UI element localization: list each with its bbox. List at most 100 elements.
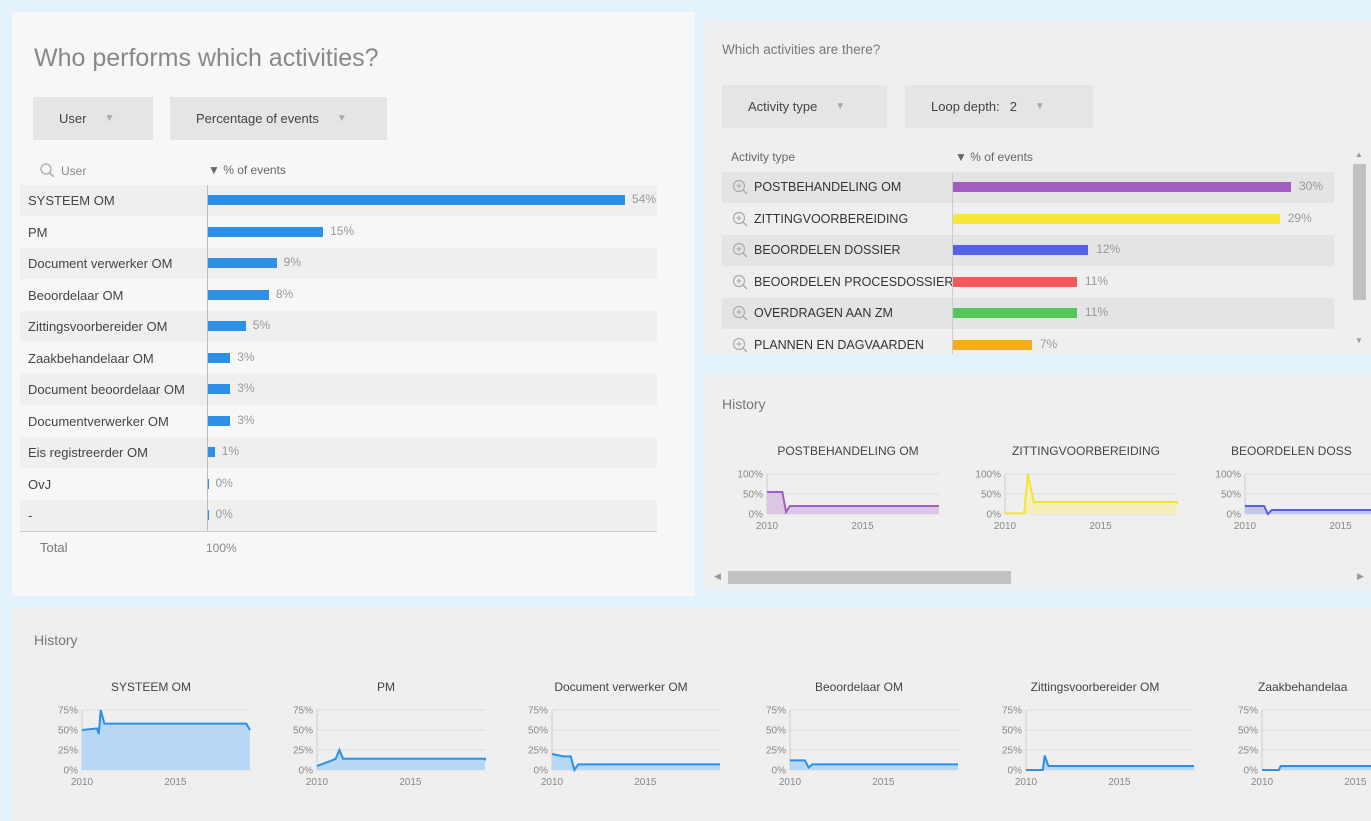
activity-type-value: Activity type (748, 99, 818, 114)
zoom-in-icon[interactable] (732, 337, 748, 353)
zoom-in-icon[interactable] (732, 242, 748, 258)
table-row[interactable]: Document beoordelaar OM 3% (20, 374, 657, 405)
user-column-header[interactable]: User (40, 163, 86, 178)
zoom-in-icon[interactable] (732, 211, 748, 227)
mini-chart-plot: 75% 50% 25% 0%2010 2015 (58, 706, 251, 788)
scroll-left-icon[interactable]: ◀ (714, 571, 721, 582)
y-tick-label: 25% (1238, 746, 1258, 757)
measure-value: Percentage of events (196, 111, 319, 126)
mini-chart-title: Zaakbehandelaa (1258, 680, 1348, 694)
mini-chart-title: Beoordelaar OM (814, 680, 904, 694)
zoom-in-icon[interactable] (732, 179, 748, 195)
mini-chart-title: Zittingsvoorbereider OM (1030, 680, 1160, 694)
table-row[interactable]: OVERDRAGEN AAN ZM 11% (722, 298, 1334, 329)
row-value: 54% (632, 192, 657, 206)
row-value: 3% (237, 412, 255, 427)
x-tick-label: 2015 (872, 777, 895, 788)
activity-scrollbar[interactable]: ▲ ▼ (1352, 146, 1371, 354)
row-label: Zittingsvoorbereider OM (28, 319, 168, 334)
table-row[interactable]: OvJ 0% (20, 469, 657, 500)
activity-column-header[interactable]: Activity type (731, 150, 795, 164)
x-tick-label: 2015 (851, 521, 874, 532)
table-row[interactable]: Eis registreerder OM 1% (20, 437, 657, 468)
table-row[interactable]: - 0% (20, 500, 657, 531)
table-row[interactable]: PLANNEN EN DAGVAARDEN 7% (722, 330, 1334, 356)
loop-depth-dropdown[interactable]: Loop depth: 2 ▼ (905, 85, 1093, 128)
row-value: 12% (1096, 242, 1121, 256)
y-tick-label: 25% (58, 746, 78, 757)
mini-chart-title: BEOORDELEN DOSS (1231, 444, 1352, 458)
mini-chart-title: ZITTINGVOORBEREIDING (1011, 444, 1160, 458)
mini-chart-plot: 75% 50% 25% 0%2010 2015 (1238, 706, 1371, 788)
x-tick-label: 2010 (71, 777, 94, 788)
mini-chart-plot: 100% 50% 0%2010 2015 (975, 470, 1178, 532)
percent-column-header[interactable]: ▼ % of events (208, 163, 286, 177)
chevron-down-icon: ▼ (104, 113, 115, 124)
y-tick-label: 50% (293, 726, 313, 737)
history-scrollbar[interactable]: ◀ ▶ (705, 568, 1371, 588)
y-tick-label: 75% (766, 706, 786, 717)
table-row[interactable]: Document verwerker OM 9% (20, 248, 657, 279)
user-history-title: History (34, 632, 78, 648)
y-tick-label: 25% (293, 746, 313, 757)
table-row[interactable]: Beoordelaar OM 8% (20, 280, 657, 311)
row-label: PM (28, 224, 48, 240)
table-row[interactable]: PM 15% (20, 217, 657, 248)
mini-chart-title: SYSTEEM OM (110, 680, 191, 694)
row-value: 8% (275, 286, 294, 301)
bar (207, 447, 215, 457)
row-value: 0% (215, 507, 233, 521)
table-row[interactable]: SYSTEEM OM 54% (20, 185, 657, 216)
y-tick-label: 75% (528, 706, 548, 717)
table-row[interactable]: BEOORDELEN DOSSIER 12% (722, 235, 1334, 266)
group-by-dropdown[interactable]: User ▼ (33, 97, 153, 140)
row-label: OVERDRAGEN AAN ZM (754, 306, 893, 320)
y-tick-label: 100% (1215, 470, 1241, 481)
scroll-up-icon[interactable]: ▲ (1355, 150, 1363, 159)
y-tick-label: 50% (1221, 490, 1241, 501)
x-tick-label: 2010 (994, 521, 1017, 532)
scroll-right-icon[interactable]: ▶ (1357, 571, 1364, 582)
table-row[interactable]: BEOORDELEN PROCESDOSSIER 11% (722, 267, 1334, 298)
bar (953, 308, 1077, 318)
x-tick-label: 2010 (756, 521, 779, 532)
search-icon (40, 163, 55, 178)
group-by-value: User (59, 111, 87, 126)
mini-chart-title: POSTBEHANDELING OM (777, 444, 919, 458)
table-row[interactable]: ZITTINGVOORBEREIDING 29% (722, 204, 1334, 235)
row-value: 0% (215, 475, 233, 490)
table-row[interactable]: Zaakbehandelaar OM 3% (20, 343, 657, 374)
series-area (317, 750, 485, 770)
bar (953, 339, 1032, 350)
zoom-in-icon[interactable] (732, 305, 748, 321)
row-label: SYSTEEM OM (28, 193, 115, 208)
scroll-down-icon[interactable]: ▼ (1355, 336, 1363, 345)
mini-chart-plot: 75% 50% 25% 0%2010 2015 (293, 706, 486, 788)
table-row[interactable]: Documentverwerker OM 3% (20, 406, 657, 437)
row-label: ZITTINGVOORBEREIDING (754, 211, 909, 226)
chevron-down-icon: ▼ (835, 101, 846, 112)
row-value: 11% (1084, 273, 1109, 288)
activity-type-dropdown[interactable]: Activity type ▼ (722, 85, 887, 128)
measure-dropdown[interactable]: Percentage of events ▼ (170, 97, 387, 140)
activity-percent-column-header[interactable]: ▼ % of events (955, 150, 1033, 164)
row-label: POSTBEHANDELING OM (754, 180, 902, 194)
row-label: Zaakbehandelaar OM (28, 350, 154, 366)
bar (953, 182, 1291, 192)
total-value: 100% (206, 541, 237, 555)
y-tick-label: 50% (528, 726, 548, 737)
x-tick-label: 2010 (1015, 777, 1038, 788)
row-value: 5% (252, 318, 271, 332)
zoom-in-icon[interactable] (732, 274, 748, 290)
series-area (767, 492, 939, 514)
y-tick-label: 50% (981, 490, 1001, 501)
scrollbar-thumb[interactable] (728, 571, 1011, 584)
mini-chart-plot: 75% 50% 25% 0%2010 2015 (766, 706, 958, 788)
scrollbar-thumb[interactable] (1353, 164, 1366, 300)
table-row[interactable]: POSTBEHANDELING OM 30% (722, 172, 1334, 203)
y-tick-label: 50% (1002, 726, 1022, 737)
series-area (552, 754, 720, 770)
table-row[interactable]: Zittingsvoorbereider OM 5% (20, 311, 657, 342)
total-label: Total (40, 540, 68, 555)
row-label: BEOORDELEN DOSSIER (754, 243, 901, 257)
